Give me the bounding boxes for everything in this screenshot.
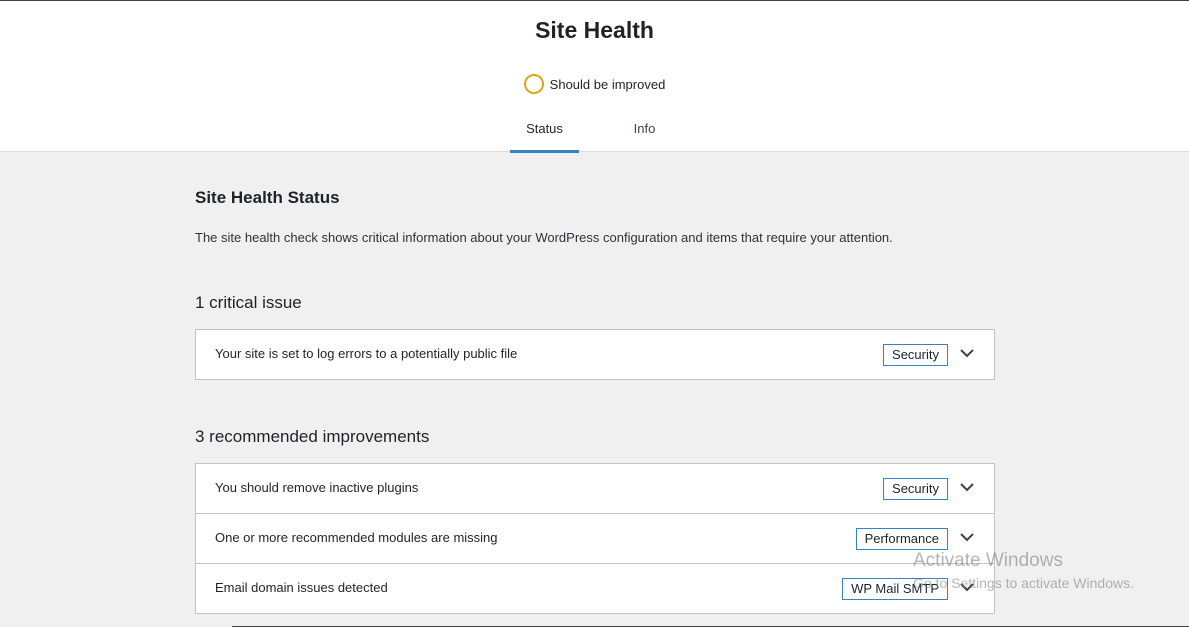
page-title: Site Health [535, 17, 654, 43]
issue-label: Your site is set to log errors to a pote… [215, 346, 518, 361]
tab-nav: Status Info [510, 109, 710, 153]
critical-issue-list: Your site is set to log errors to a pote… [195, 329, 995, 380]
recommended-heading: 3 recommended improvements [195, 427, 430, 446]
issue-label: One or more recommended modules are miss… [215, 530, 498, 545]
issue-row[interactable]: One or more recommended modules are miss… [196, 513, 994, 563]
issue-row[interactable]: Email domain issues detected WP Mail SMT… [196, 563, 994, 613]
status-circle-icon [523, 74, 544, 94]
issue-badge: Security [883, 344, 948, 366]
chevron-down-icon[interactable] [960, 482, 974, 492]
site-health-header: Site Health Should be improved Status In… [0, 0, 1189, 153]
activate-windows-watermark: Activate Windows [913, 550, 1063, 571]
health-status: Should be improved [0, 74, 1189, 94]
issue-row[interactable]: Your site is set to log errors to a pote… [196, 330, 994, 379]
recommended-issue-list: You should remove inactive plugins Secur… [195, 463, 995, 614]
issue-badge: Performance [855, 528, 948, 550]
critical-heading: 1 critical issue [195, 293, 302, 312]
activate-windows-hint: Go to Settings to activate Windows. [913, 575, 1134, 591]
issue-label: Email domain issues detected [215, 580, 388, 595]
issue-label: You should remove inactive plugins [215, 480, 419, 495]
tab-status-label: Status [526, 121, 563, 136]
issue-row[interactable]: You should remove inactive plugins Secur… [196, 464, 994, 513]
tab-info-label: Info [633, 121, 656, 136]
chevron-down-icon[interactable] [960, 348, 974, 358]
status-text: Should be improved [549, 76, 666, 92]
tab-status[interactable]: Status [510, 109, 579, 153]
chevron-down-icon[interactable] [960, 532, 974, 542]
tab-info[interactable]: Info [579, 109, 710, 153]
section-main-title: Site Health Status [195, 188, 340, 207]
section-description: The site health check shows critical inf… [195, 230, 893, 245]
issue-badge: Security [883, 478, 948, 500]
